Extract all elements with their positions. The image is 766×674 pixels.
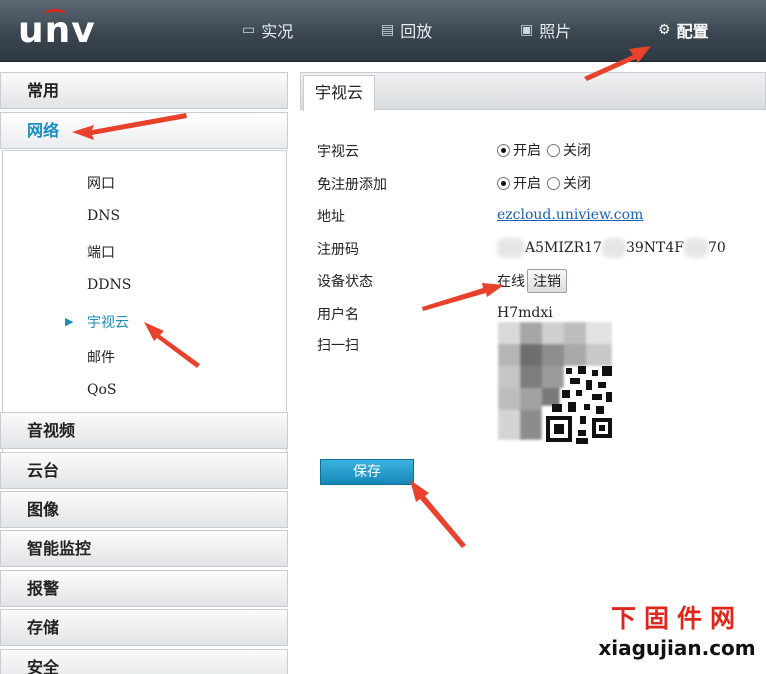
nav-live[interactable]: ▭ 实况 [242,18,293,42]
nav-photos-label: 照片 [539,22,572,41]
cloud-on-label: 开启 [513,143,541,159]
sidebar-section-image[interactable]: 图像 [0,491,288,528]
submenu-item-ethernet[interactable]: 网口 [87,173,115,193]
top-navigation-bar: unv ▭ 实况 ▤ 回放 ▣ 照片 ⚙ 配置 [0,0,766,62]
gear-icon: ⚙ [658,22,671,38]
auto-add-off-radio[interactable] [547,176,560,190]
active-marker-icon: ▶ [65,315,74,328]
auto-add-on-label: 开启 [513,176,541,192]
cloud-radio-group: 开启 关闭 [497,140,591,160]
submenu-item-cloud[interactable]: 宇视云 [87,312,129,332]
sidebar-section-network[interactable]: 网络 [0,112,288,149]
watermark-logo: 下固件网 xiagujian.com [592,603,762,667]
redacted-blur [601,238,626,258]
nav-playback-label: 回放 [400,22,433,41]
label-address: 地址 [317,209,345,225]
label-reg-code: 注册码 [317,242,359,258]
nav-live-label: 实况 [261,22,294,41]
sidebar-section-smart[interactable]: 智能监控 [0,530,288,567]
reg-code-value: A5MIZR17 39NT4F 70 [497,238,726,258]
watermark-url: xiagujian.com [598,636,756,660]
sidebar-section-ptz[interactable]: 云台 [0,452,288,489]
image-icon: ▣ [520,22,534,38]
submenu-item-dns[interactable]: DNS [87,208,120,224]
cloud-off-label: 关闭 [563,143,591,159]
sidebar-section-common[interactable]: 常用 [0,72,288,109]
submenu-item-email[interactable]: 邮件 [87,347,115,367]
logo-arc [44,9,66,19]
label-device-status: 设备状态 [317,274,373,290]
auto-add-on-radio[interactable] [497,176,510,190]
cloud-off-radio[interactable] [547,143,560,157]
sidebar-section-audio-video[interactable]: 音视频 [0,412,288,449]
tab-bar: 宇视云 [300,72,766,111]
nav-playback[interactable]: ▤ 回放 [381,18,432,42]
submenu-item-ddns[interactable]: DDNS [87,277,131,293]
submenu-item-qos[interactable]: QoS [87,382,117,398]
content-panel: 宇视云 宇视云 开启 关闭 免注册添加 开启 关闭 地址 ezcloud.uni… [300,72,766,612]
nav-photos[interactable]: ▣ 照片 [520,18,571,42]
label-scan: 扫一扫 [317,338,359,354]
submenu-item-port[interactable]: 端口 [87,242,115,262]
watermark-title: 下固件网 [610,604,743,633]
label-username: 用户名 [317,307,359,323]
tab-cloud[interactable]: 宇视云 [303,75,375,111]
auto-add-off-label: 关闭 [563,176,591,192]
film-icon: ▤ [381,22,395,38]
nav-config[interactable]: ⚙ 配置 [658,18,709,42]
cloud-on-radio[interactable] [497,143,510,157]
sidebar-section-storage[interactable]: 存储 [0,609,288,646]
auto-add-radio-group: 开启 关闭 [497,173,591,193]
logout-button[interactable]: 注销 [527,269,567,293]
sidebar: 常用 网络 网口 DNS 端口 DDNS ▶ 宇视云 邮件 QoS 音视频 云台… [0,72,288,674]
reg-code-part-3: 70 [708,240,726,256]
redacted-blur [684,238,708,258]
save-button[interactable]: 保存 [320,459,414,485]
reg-code-part-1: A5MIZR17 [525,240,602,256]
sidebar-section-alarm[interactable]: 报警 [0,570,288,607]
status-value: 在线 [497,274,525,290]
username-value: H7mdxi [497,305,553,321]
qr-code-image [496,320,620,446]
address-link[interactable]: ezcloud.uniview.com [497,207,643,223]
nav-config-label: 配置 [676,22,709,41]
monitor-icon: ▭ [242,22,256,38]
reg-code-part-2: 39NT4F [625,240,684,256]
redacted-blur [497,238,525,258]
sidebar-section-security[interactable]: 安全 [0,649,288,674]
label-cloud: 宇视云 [317,144,359,160]
label-auto-add: 免注册添加 [317,177,387,193]
